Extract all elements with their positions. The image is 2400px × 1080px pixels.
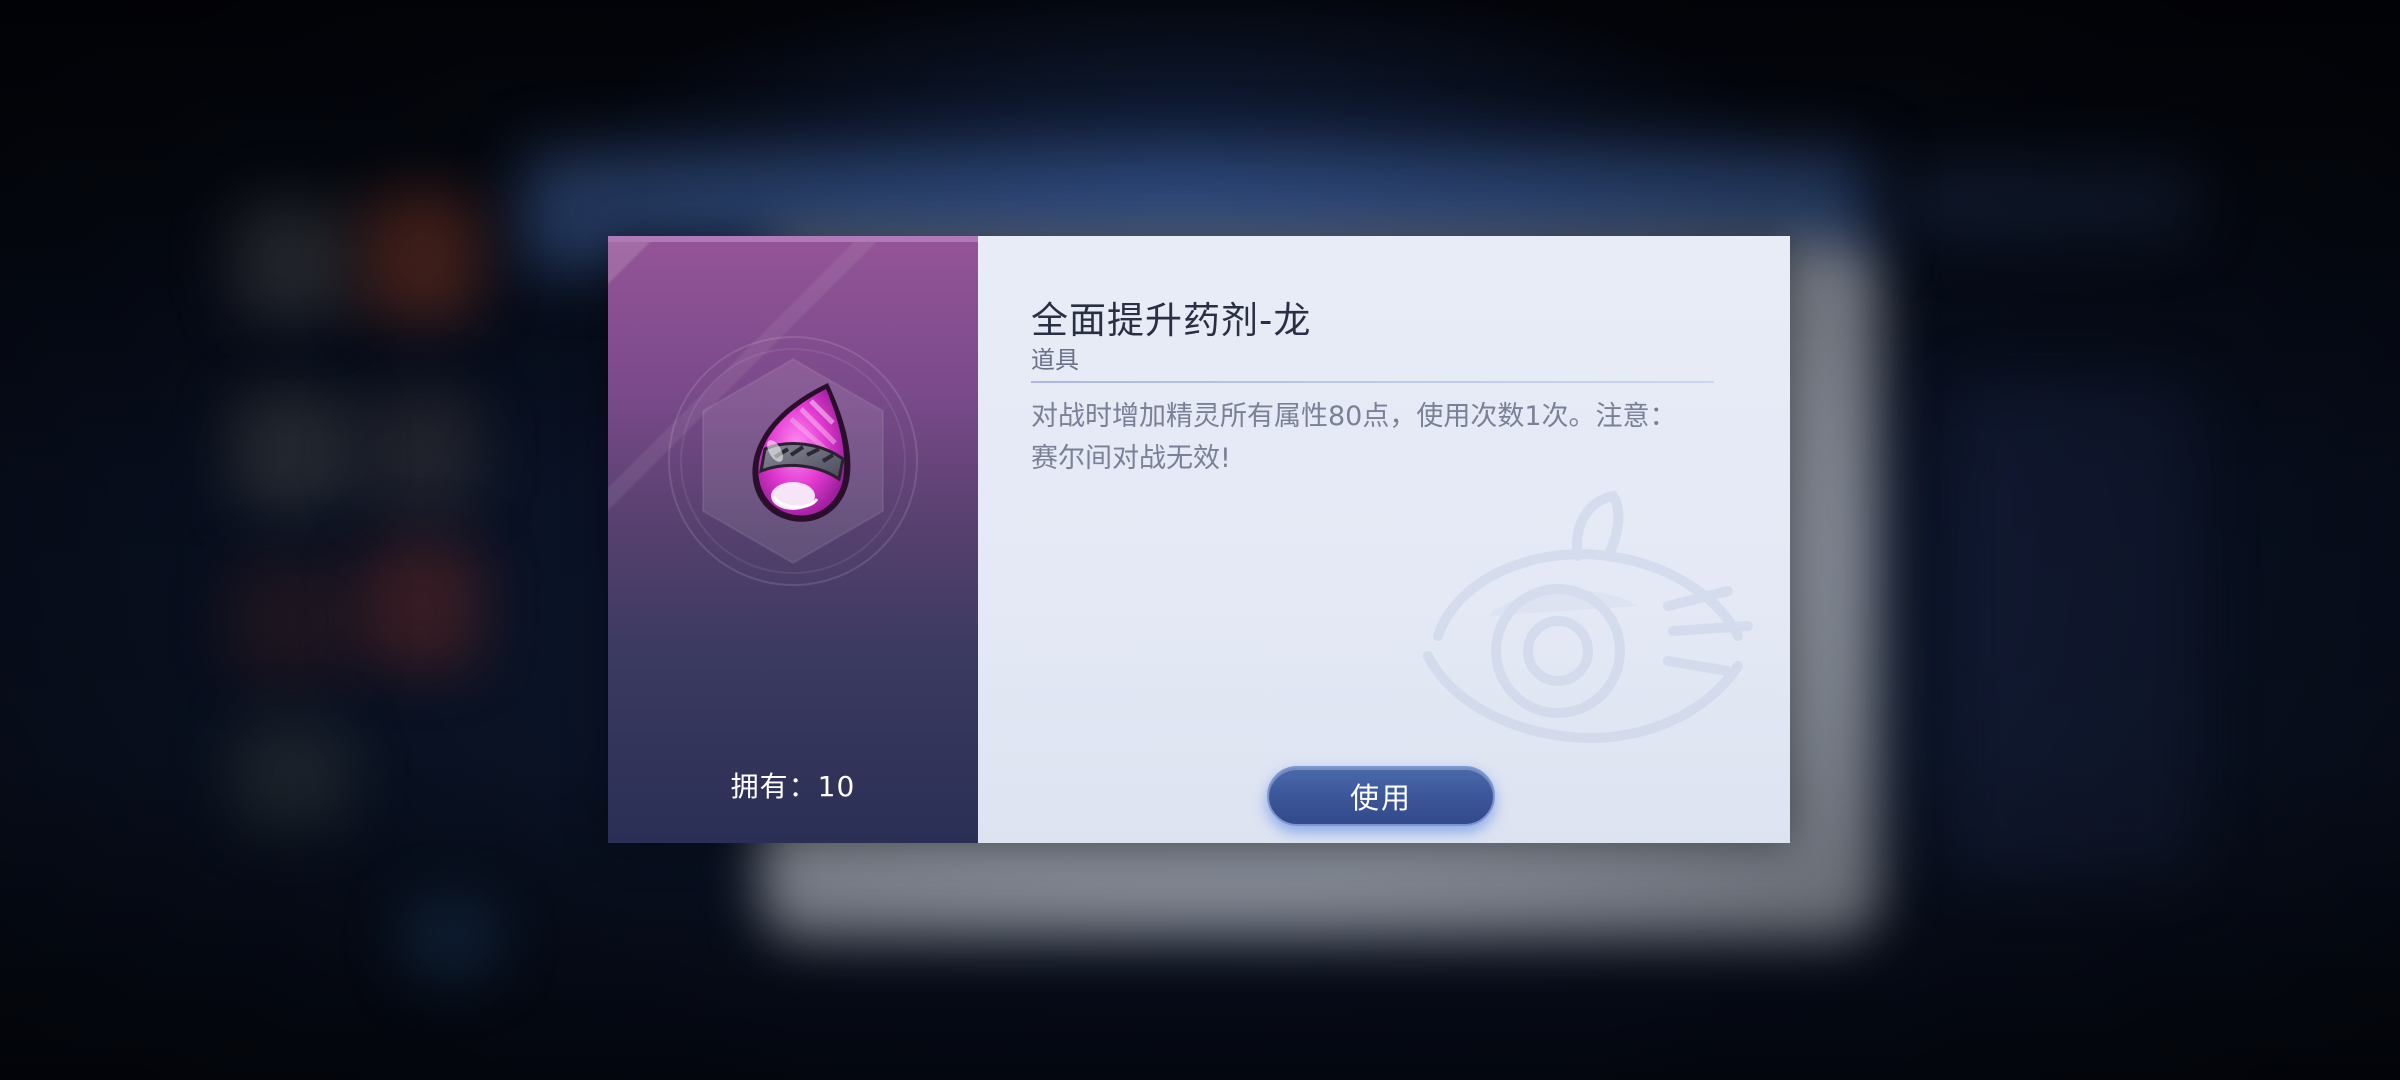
item-detail-dialog: 拥有：10 全面提升药剂-龙 道具 对战时增加精灵所有属性80点，使用次数1次。…	[608, 236, 1790, 843]
seer-logo-watermark-icon	[1368, 466, 1788, 786]
item-category: 道具	[1031, 346, 1079, 374]
item-info-panel: 全面提升药剂-龙 道具 对战时增加精灵所有属性80点，使用次数1次。注意：赛尔间…	[978, 236, 1790, 843]
item-description: 对战时增加精灵所有属性80点，使用次数1次。注意：赛尔间对战无效!	[1031, 401, 1677, 474]
use-button[interactable]: 使用	[1267, 766, 1495, 826]
divider	[1031, 381, 1714, 383]
item-name: 全面提升药剂-龙	[1031, 299, 1312, 342]
item-icon-panel: 拥有：10	[608, 236, 978, 843]
owned-count: 拥有：10	[730, 770, 856, 803]
pink-potion-drop-icon	[663, 331, 923, 591]
